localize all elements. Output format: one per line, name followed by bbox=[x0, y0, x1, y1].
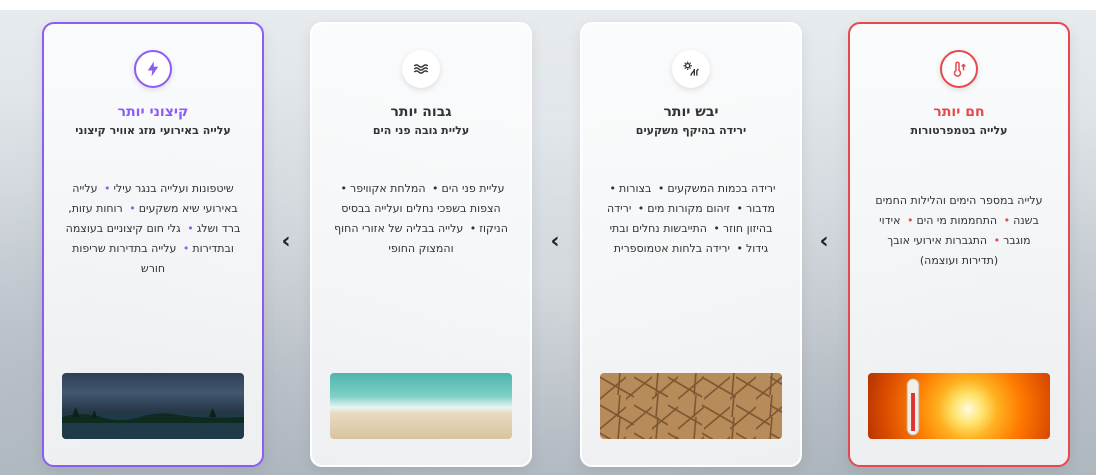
chevron-left-icon[interactable]: ‹ bbox=[814, 231, 834, 253]
list-item: זיהום מקורות מים bbox=[647, 202, 730, 215]
list-item: ירידה בלחות אטמוספרית bbox=[613, 242, 730, 255]
card-title: חם יותר bbox=[933, 104, 985, 120]
list-item: עלייה בתדירות שריפות חורש bbox=[72, 242, 177, 275]
card-body: שיטפונות ועלייה בנגר עילי• עלייה באירועי… bbox=[65, 182, 241, 275]
card-higher[interactable]: גבוה יותר עליית גובה פני הים עליית פני ה… bbox=[310, 22, 532, 467]
card-extreme[interactable]: קיצוני יותר עלייה באירועי מזג אוויר קיצו… bbox=[42, 22, 264, 467]
storm-clouds-image bbox=[62, 373, 244, 439]
card-body: עלייה במספר הימים והלילות החמים בשנה• הת… bbox=[875, 194, 1043, 267]
lightning-icon bbox=[134, 50, 172, 88]
sun-thermometer-image bbox=[868, 373, 1050, 439]
climate-cards-row: קיצוני יותר עלייה באירועי מזג אוויר קיצו… bbox=[0, 0, 1096, 475]
list-item: עלייה בבליה של אזורי החוף והמצוק החופי bbox=[334, 222, 464, 255]
card-subtitle: ירידה בהיקף משקעים bbox=[635, 124, 747, 137]
list-item: עליית פני הים bbox=[441, 182, 505, 195]
card-subtitle: עליית גובה פני הים bbox=[372, 124, 470, 137]
card-body: עליית פני הים• המלחת אקוויפר• הצפות בשפכ… bbox=[334, 182, 508, 255]
sea-shore-image bbox=[330, 373, 512, 439]
list-item: ירידה בכמות המשקעים bbox=[667, 182, 776, 195]
card-drier[interactable]: יבש יותר ירידה בהיקף משקעים ירידה בכמות … bbox=[580, 22, 802, 467]
list-item: שיטפונות ועלייה בנגר עילי bbox=[113, 182, 234, 195]
waves-icon bbox=[402, 50, 440, 88]
drought-icon bbox=[672, 50, 710, 88]
card-subtitle: עלייה באירועי מזג אוויר קיצוני bbox=[75, 124, 231, 137]
card-title: גבוה יותר bbox=[390, 104, 452, 120]
list-item: התגברות אירועי אובך (תדירות ועוצמה) bbox=[887, 234, 999, 267]
thermometer-up-icon bbox=[940, 50, 978, 88]
chevron-left-icon[interactable]: ‹ bbox=[545, 231, 565, 253]
chevron-left-icon[interactable]: ‹ bbox=[276, 231, 296, 253]
cracked-earth-image bbox=[600, 373, 782, 439]
list-item: בצורות bbox=[619, 182, 652, 195]
list-item: מדבור bbox=[745, 202, 776, 215]
card-title: קיצוני יותר bbox=[117, 104, 189, 120]
card-hot[interactable]: חם יותר עלייה בטמפרטורות עלייה במספר הימ… bbox=[848, 22, 1070, 467]
card-body: ירידה בכמות המשקעים• בצורות• מדבור• זיהו… bbox=[606, 182, 776, 255]
card-subtitle: עלייה בטמפרטורות bbox=[910, 124, 1008, 137]
card-title: יבש יותר bbox=[663, 104, 719, 120]
list-item: התחממות מי הים bbox=[916, 214, 998, 227]
list-item: המלחת אקוויפר bbox=[350, 182, 426, 195]
